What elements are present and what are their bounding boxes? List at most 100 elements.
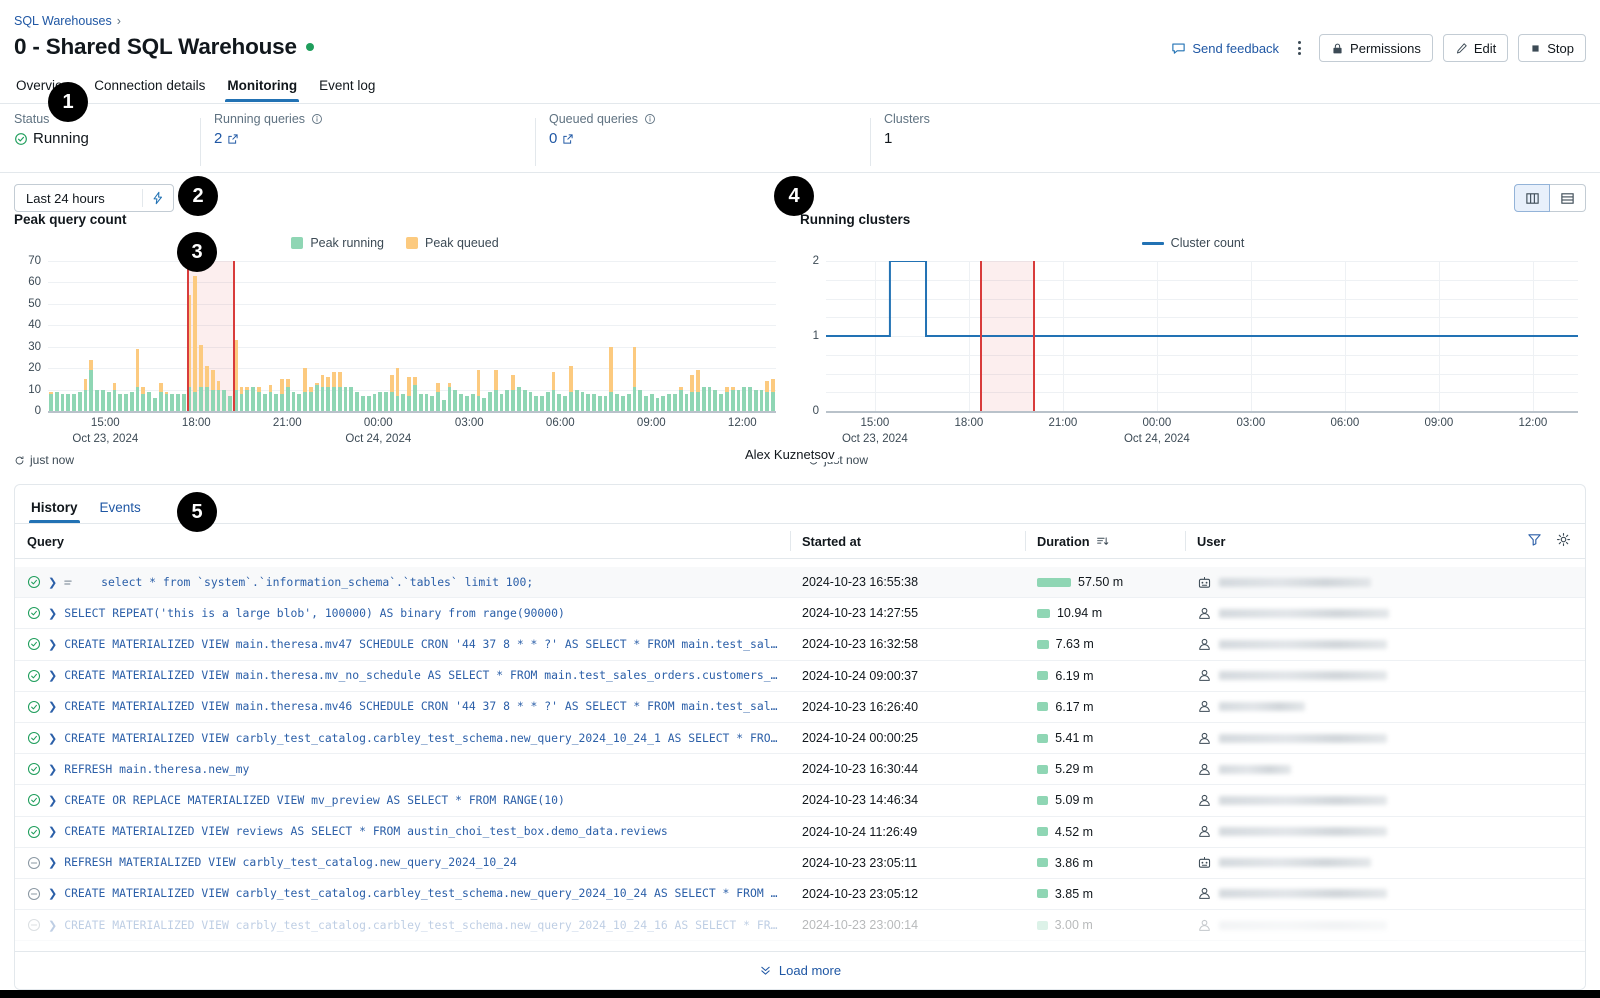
- bar[interactable]: [66, 393, 71, 411]
- bar[interactable]: [534, 396, 539, 411]
- bar[interactable]: [609, 346, 614, 411]
- expand-row-chevron-icon[interactable]: ❯: [48, 919, 57, 932]
- bar[interactable]: [684, 393, 689, 411]
- bar[interactable]: [528, 391, 533, 411]
- bar[interactable]: [355, 391, 360, 411]
- bar[interactable]: [72, 393, 76, 411]
- bar[interactable]: [511, 374, 516, 411]
- bar[interactable]: [401, 393, 406, 411]
- bar[interactable]: [719, 393, 724, 411]
- columns-layout-icon[interactable]: [1514, 184, 1550, 212]
- bar[interactable]: [580, 391, 585, 411]
- bar[interactable]: [360, 396, 365, 411]
- bar[interactable]: [424, 393, 429, 411]
- bar[interactable]: [291, 391, 296, 411]
- chart-selection-handle[interactable]: [980, 261, 983, 411]
- expand-row-chevron-icon[interactable]: ❯: [48, 825, 57, 838]
- table-row[interactable]: ❯ CREATE MATERIALIZED VIEW reviews AS SEL…: [15, 817, 1585, 848]
- bar[interactable]: [89, 359, 94, 411]
- history-tab-history[interactable]: History: [29, 497, 80, 523]
- expand-row-chevron-icon[interactable]: ❯: [48, 638, 57, 651]
- tab-connection-details[interactable]: Connection details: [92, 74, 207, 102]
- bar[interactable]: [308, 387, 313, 411]
- bar[interactable]: [158, 383, 163, 411]
- bar[interactable]: [759, 389, 764, 411]
- bar[interactable]: [603, 396, 608, 411]
- bar[interactable]: [632, 346, 637, 411]
- bar[interactable]: [476, 370, 481, 411]
- bar[interactable]: [574, 389, 579, 411]
- info-icon[interactable]: [644, 113, 656, 125]
- bar[interactable]: [488, 391, 492, 411]
- bar[interactable]: [441, 400, 446, 411]
- bar[interactable]: [407, 376, 412, 411]
- bar[interactable]: [563, 396, 568, 411]
- stop-button[interactable]: Stop: [1518, 34, 1586, 62]
- bar[interactable]: [199, 344, 204, 411]
- bar[interactable]: [280, 378, 284, 411]
- bar[interactable]: [222, 389, 227, 411]
- bar[interactable]: [661, 396, 666, 411]
- edit-button[interactable]: Edit: [1442, 34, 1509, 62]
- bar[interactable]: [251, 387, 256, 411]
- expand-row-chevron-icon[interactable]: ❯: [48, 576, 57, 589]
- bar[interactable]: [470, 393, 475, 411]
- bar[interactable]: [522, 389, 527, 411]
- expand-row-chevron-icon[interactable]: ❯: [48, 700, 57, 713]
- table-row[interactable]: ❯ CREATE OR REPLACE MATERIALIZED VIEW mv_…: [15, 785, 1585, 817]
- bar[interactable]: [499, 393, 504, 411]
- bar[interactable]: [707, 387, 712, 411]
- bar[interactable]: [696, 370, 700, 411]
- bar[interactable]: [436, 383, 440, 411]
- running-clusters-refresh[interactable]: just now: [808, 453, 1586, 467]
- table-row[interactable]: ❯ CREATE MATERIALIZED VIEW main.theresa.m…: [15, 692, 1585, 723]
- bar[interactable]: [372, 393, 377, 411]
- tab-event-log[interactable]: Event log: [317, 74, 377, 102]
- bar[interactable]: [742, 387, 747, 411]
- bar[interactable]: [459, 393, 464, 411]
- bar[interactable]: [690, 374, 695, 411]
- bar[interactable]: [638, 389, 643, 411]
- bar[interactable]: [592, 393, 596, 411]
- bar[interactable]: [239, 387, 244, 411]
- bar[interactable]: [730, 387, 735, 411]
- lightning-icon[interactable]: [143, 191, 173, 205]
- expand-row-chevron-icon[interactable]: ❯: [48, 887, 57, 900]
- bar[interactable]: [586, 393, 591, 411]
- column-header-user[interactable]: User: [1185, 524, 1515, 558]
- bar[interactable]: [545, 391, 550, 411]
- bar[interactable]: [672, 393, 677, 411]
- load-more-button[interactable]: Load more: [15, 951, 1585, 989]
- bar[interactable]: [285, 378, 290, 411]
- bar[interactable]: [124, 393, 128, 411]
- expand-row-chevron-icon[interactable]: ❯: [48, 794, 57, 807]
- bar[interactable]: [464, 396, 469, 411]
- bar[interactable]: [649, 393, 654, 411]
- bar[interactable]: [551, 372, 556, 411]
- bar[interactable]: [152, 398, 157, 411]
- expand-row-chevron-icon[interactable]: ❯: [48, 763, 57, 776]
- bar[interactable]: [736, 389, 741, 411]
- bar[interactable]: [216, 381, 221, 411]
- bar[interactable]: [54, 391, 59, 411]
- bar[interactable]: [667, 393, 672, 411]
- rows-layout-icon[interactable]: [1550, 184, 1586, 212]
- bar[interactable]: [135, 348, 140, 411]
- bar[interactable]: [505, 389, 510, 411]
- bar[interactable]: [430, 396, 435, 411]
- bar[interactable]: [204, 366, 209, 411]
- legend-item[interactable]: Peak queued: [405, 236, 499, 250]
- legend-item[interactable]: Peak running: [291, 236, 384, 250]
- breadcrumb-link-sql-warehouses[interactable]: SQL Warehouses: [14, 14, 112, 28]
- external-link-icon[interactable]: [562, 133, 574, 145]
- bar[interactable]: [343, 387, 348, 411]
- bar[interactable]: [337, 372, 342, 411]
- bar[interactable]: [366, 396, 371, 411]
- bar[interactable]: [655, 398, 660, 411]
- bar[interactable]: [378, 391, 383, 411]
- bar[interactable]: [129, 391, 134, 411]
- bar[interactable]: [493, 370, 498, 411]
- bar[interactable]: [48, 391, 53, 411]
- sort-desc-icon[interactable]: [1096, 535, 1109, 548]
- bar[interactable]: [713, 389, 718, 411]
